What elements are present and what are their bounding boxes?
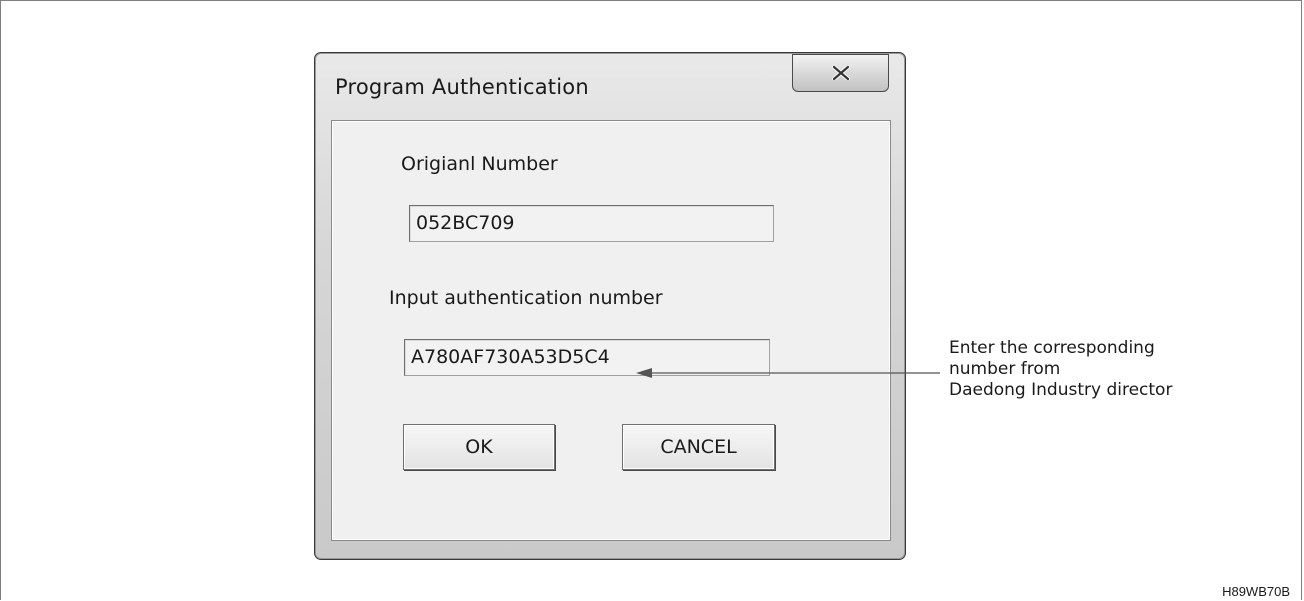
original-number-field[interactable]: 052BC709 — [409, 205, 774, 242]
cancel-button[interactable]: CANCEL — [622, 424, 775, 470]
dialog-title: Program Authentication — [335, 75, 589, 99]
callout-line-1: Enter the corresponding — [949, 338, 1155, 358]
auth-number-input[interactable]: A780AF730A53D5C4 — [404, 339, 770, 376]
dialog-client-area: Origianl Number 052BC709 Input authentic… — [331, 120, 891, 541]
close-x-icon — [831, 66, 850, 80]
figure-code: H89WB70B — [1222, 584, 1290, 599]
callout-line-3: Daedong Industry director — [949, 380, 1173, 400]
callout-line-2: number from — [949, 359, 1061, 379]
close-button[interactable] — [792, 54, 889, 92]
callout-text: Enter the corresponding number from Daed… — [949, 338, 1172, 401]
auth-number-label: Input authentication number — [389, 287, 663, 309]
program-authentication-dialog: Program Authentication Origianl Number 0… — [314, 52, 906, 560]
ok-button[interactable]: OK — [403, 424, 555, 470]
original-number-label: Origianl Number — [401, 153, 558, 175]
